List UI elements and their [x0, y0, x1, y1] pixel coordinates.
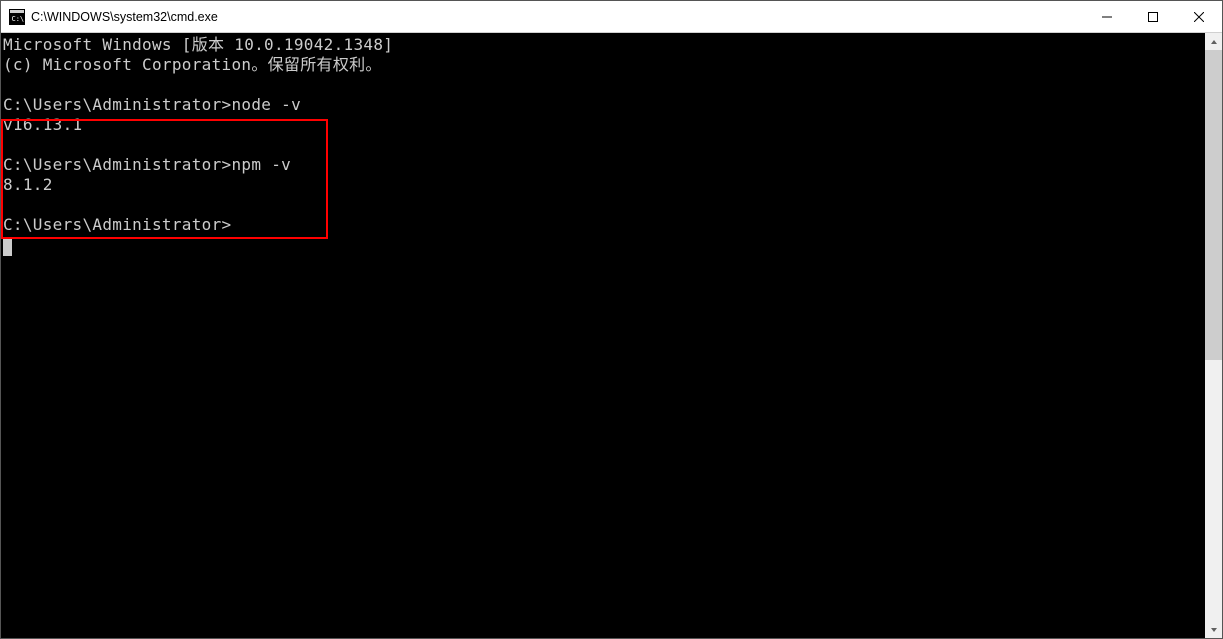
- banner-line: (c) Microsoft Corporation。保留所有权利。: [3, 55, 382, 74]
- titlebar[interactable]: C:\ C:\WINDOWS\system32\cmd.exe: [1, 1, 1222, 33]
- output-line: v16.13.1: [3, 115, 82, 134]
- cursor: [3, 238, 12, 256]
- close-button[interactable]: [1176, 1, 1222, 32]
- scrollbar-track[interactable]: [1205, 50, 1222, 621]
- window-controls: [1084, 1, 1222, 32]
- command-prompt-window: C:\ C:\WINDOWS\system32\cmd.exe Microsof…: [0, 0, 1223, 639]
- scrollbar-up-arrow-icon[interactable]: [1205, 33, 1222, 50]
- console-area: Microsoft Windows [版本 10.0.19042.1348] (…: [1, 33, 1222, 638]
- scrollbar-thumb[interactable]: [1205, 50, 1222, 360]
- console-output[interactable]: Microsoft Windows [版本 10.0.19042.1348] (…: [1, 33, 1205, 638]
- command-text: node -v: [231, 95, 301, 114]
- svg-text:C:\: C:\: [12, 15, 25, 23]
- cmd-icon: C:\: [9, 9, 25, 25]
- prompt: C:\Users\Administrator>: [3, 95, 231, 114]
- prompt: C:\Users\Administrator>: [3, 155, 231, 174]
- minimize-button[interactable]: [1084, 1, 1130, 32]
- output-line: 8.1.2: [3, 175, 53, 194]
- window-title: C:\WINDOWS\system32\cmd.exe: [31, 10, 1084, 24]
- maximize-button[interactable]: [1130, 1, 1176, 32]
- vertical-scrollbar[interactable]: [1205, 33, 1222, 638]
- banner-line: Microsoft Windows [版本 10.0.19042.1348]: [3, 35, 393, 54]
- prompt: C:\Users\Administrator>: [3, 215, 231, 234]
- command-text: npm -v: [231, 155, 291, 174]
- scrollbar-down-arrow-icon[interactable]: [1205, 621, 1222, 638]
